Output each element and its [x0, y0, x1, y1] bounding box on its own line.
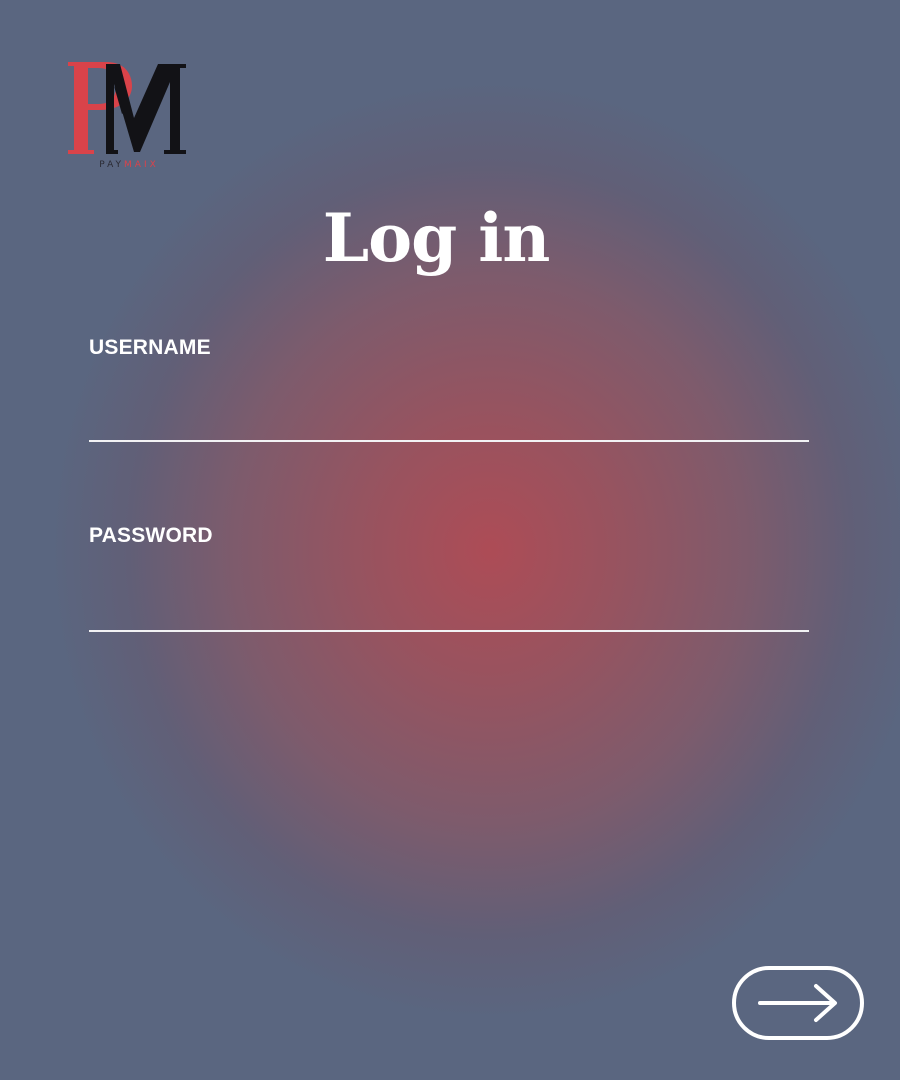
username-input[interactable] [89, 398, 809, 442]
submit-button[interactable] [732, 966, 864, 1040]
username-label: USERNAME [89, 336, 211, 359]
arrow-right-icon [758, 984, 837, 1022]
brand-logo: PAYMAIX [66, 56, 192, 176]
password-field: PASSWORD [89, 524, 809, 634]
password-label: PASSWORD [89, 524, 213, 547]
password-input[interactable] [89, 588, 809, 632]
logo-subtext: PAYMAIX [66, 160, 192, 170]
login-page: PAYMAIX Log in USERNAME PASSWORD [0, 0, 900, 1080]
username-field: USERNAME [89, 336, 809, 444]
page-title: Log in [322, 199, 551, 277]
pm-monogram-icon [68, 62, 186, 154]
logo-subtext-prefix: PAY [99, 160, 125, 170]
logo-subtext-suffix: MAIX [124, 160, 159, 170]
